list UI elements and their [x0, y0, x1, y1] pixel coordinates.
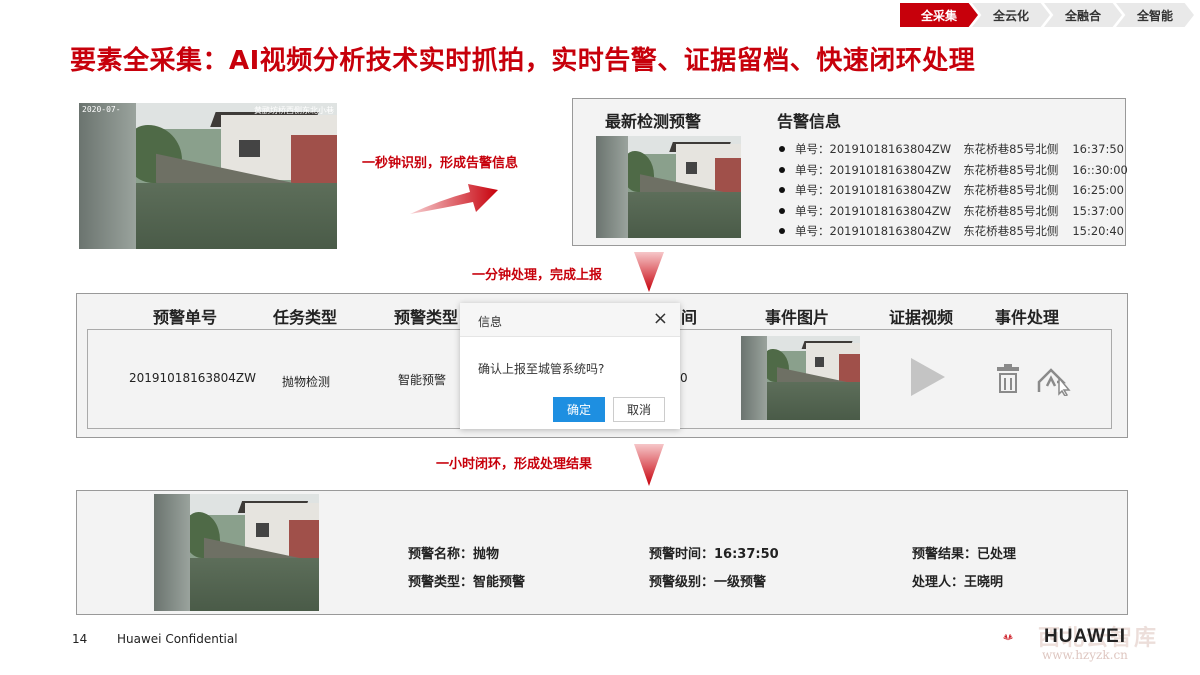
cell-alert-type: 智能预警: [398, 373, 447, 387]
photo-timestamp: 2020-07-: [82, 105, 121, 114]
result-alert-level: 预警级别：一级预警: [649, 575, 767, 590]
dialog-message: 确认上报至城管系统吗?: [478, 362, 605, 376]
cell-alert-id: 20191018163804ZW: [129, 371, 256, 385]
flow-step-2-label: 一分钟处理，完成上报: [472, 268, 603, 283]
col-header-task-type: 任务类型: [273, 308, 338, 327]
col-header-evidence-video: 证据视频: [889, 308, 954, 327]
list-item[interactable]: 单号：20191018163804ZW 东花桥巷85号北侧 16:37:50: [779, 139, 1128, 160]
dialog-title: 信息: [478, 315, 503, 329]
result-panel: 预警名称：抛物 预警类型：智能预警 预警时间：16:37:50 预警级别：一级预…: [76, 490, 1128, 615]
col-header-event-image: 事件图片: [765, 308, 830, 327]
list-item[interactable]: 单号：20191018163804ZW 东花桥巷85号北侧 15:37:00: [779, 201, 1128, 222]
flow-arrow-right-icon: [410, 184, 498, 214]
page-number: 14: [72, 632, 88, 646]
col-header-event-action: 事件处理: [995, 308, 1060, 327]
section-nav: 全采集 全云化 全融合 全智能: [900, 3, 1194, 27]
latest-alert-image[interactable]: [596, 136, 741, 238]
result-image[interactable]: [154, 494, 319, 611]
photo-location-stamp: 黄鹂坊桥西侧东北小巷: [254, 106, 334, 115]
cancel-button[interactable]: 取消: [613, 397, 665, 422]
huawei-wordmark: HUAWEI: [1044, 626, 1126, 647]
nav-item-cloud[interactable]: 全云化: [972, 3, 1050, 27]
alert-panel: 最新检测预警 告警信息 单号：20191018163804ZW 东花桥巷85号北侧…: [572, 98, 1128, 246]
list-item[interactable]: 单号：20191018163804ZW 东花桥巷85号北侧 16::30:00: [779, 160, 1128, 181]
col-header-time: 间: [681, 308, 698, 327]
bullet-icon: [779, 187, 785, 194]
col-header-alert-id: 预警单号: [153, 308, 218, 327]
col-header-alert-type: 预警类型: [394, 308, 459, 327]
flow-arrow-down-icon: [634, 444, 664, 486]
latest-alert-heading: 最新检测预警: [605, 112, 702, 131]
bullet-icon: [779, 166, 785, 173]
delete-icon[interactable]: [997, 364, 1019, 393]
event-image-thumbnail[interactable]: [741, 336, 860, 420]
cell-time: 0: [680, 371, 688, 385]
huawei-logo-icon: [1003, 634, 1013, 641]
watermark-url: www.hzyzk.cn: [1042, 648, 1128, 662]
flow-arrow-down-icon: [634, 252, 664, 292]
dialog-header: 信息 ×: [460, 303, 680, 337]
alert-info-heading: 告警信息: [777, 112, 842, 131]
nav-item-collect[interactable]: 全采集: [900, 3, 978, 27]
bullet-icon: [779, 146, 785, 153]
bullet-icon: [779, 228, 785, 235]
confirm-dialog: 信息 × 确认上报至城管系统吗? 确定 取消: [460, 303, 680, 429]
bullet-icon: [779, 207, 785, 214]
result-outcome: 预警结果：已处理: [912, 547, 1017, 562]
result-handler: 处理人：王晓明: [912, 575, 1004, 590]
nav-item-fusion[interactable]: 全融合: [1044, 3, 1122, 27]
list-item[interactable]: 单号：20191018163804ZW 东花桥巷85号北侧 15:20:40: [779, 221, 1128, 242]
slide-title: 要素全采集：AI视频分析技术实时抓拍，实时告警、证据留档、快速闭环处理: [70, 46, 976, 76]
report-upload-icon[interactable]: [1035, 364, 1073, 396]
nav-item-intelligence[interactable]: 全智能: [1116, 3, 1194, 27]
result-alert-type: 预警类型：智能预警: [408, 575, 526, 590]
play-icon[interactable]: [911, 358, 945, 396]
cell-task-type: 抛物检测: [282, 375, 331, 389]
alert-list: 单号：20191018163804ZW 东花桥巷85号北侧 16:37:50 单号：…: [779, 139, 1128, 242]
result-alert-name: 预警名称：抛物: [408, 547, 500, 562]
confidential-label: Huawei Confidential: [117, 632, 238, 646]
flow-step-3-label: 一小时闭环，形成处理结果: [436, 457, 593, 472]
flow-step-1-label: 一秒钟识别，形成告警信息: [362, 156, 519, 171]
camera-snapshot: 2020-07- 黄鹂坊桥西侧东北小巷: [79, 103, 337, 249]
confirm-button[interactable]: 确定: [553, 397, 605, 422]
result-alert-time: 预警时间：16:37:50: [649, 547, 779, 562]
close-icon[interactable]: ×: [653, 309, 668, 329]
list-item[interactable]: 单号：20191018163804ZW 东花桥巷85号北侧 16:25:00: [779, 180, 1128, 201]
